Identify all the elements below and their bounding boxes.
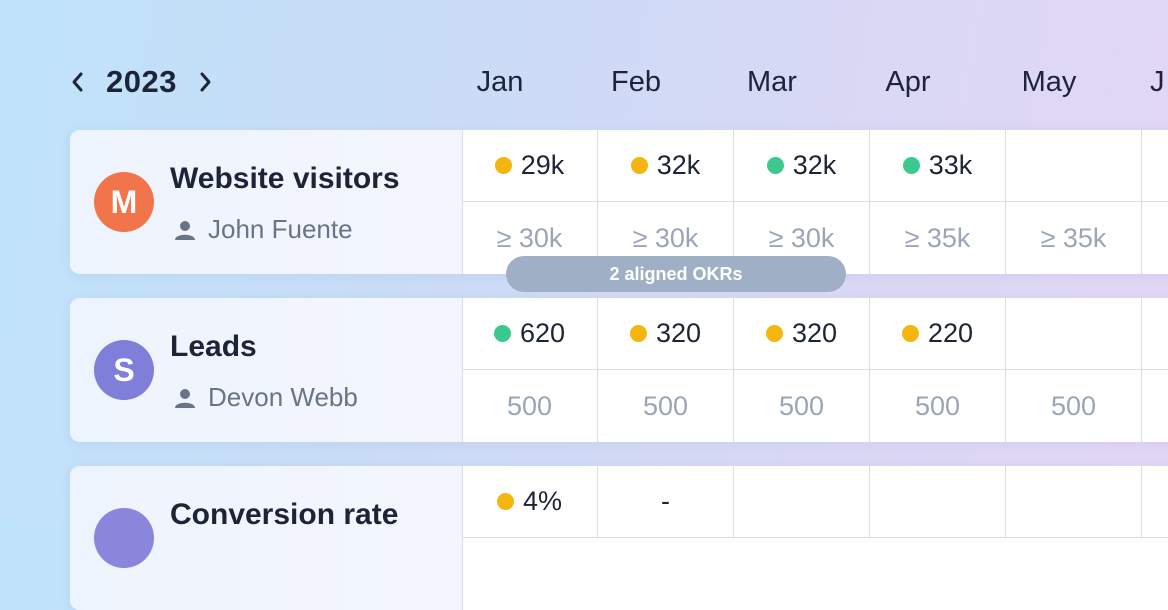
previous-year-button[interactable] (66, 62, 88, 102)
target-cell-mar[interactable]: 500 (734, 370, 870, 442)
actual-cell-feb[interactable]: 320 (598, 298, 734, 370)
chevron-right-icon (200, 72, 211, 92)
year-navigator: 2023 (66, 62, 217, 102)
actual-cell-may[interactable] (1006, 130, 1142, 202)
actual-value: 32k (792, 150, 837, 180)
target-cell-feb[interactable]: 500 (598, 370, 734, 442)
status-dot (630, 157, 648, 174)
actual-cell-apr[interactable]: 33k (870, 130, 1006, 202)
okr-owner: Devon Webb (174, 382, 358, 413)
actual-value: 29k (520, 150, 565, 180)
okr-owner-name: Devon Webb (208, 382, 358, 412)
status-dot (496, 493, 514, 510)
actual-cell-mar[interactable]: 320 (734, 298, 870, 370)
okr-row-leads[interactable]: S Leads Devon Webb 620 320 320 220 500 5… (70, 298, 1168, 442)
actual-cell-mar[interactable] (734, 466, 870, 538)
actual-cell-apr[interactable]: 220 (870, 298, 1006, 370)
actual-cell-mar[interactable]: 32k (734, 130, 870, 202)
actual-value: 620 (519, 318, 566, 348)
actual-cell-apr[interactable] (870, 466, 1006, 538)
okr-title: Leads (170, 330, 257, 363)
actual-cell-feb[interactable]: 32k (598, 130, 734, 202)
target-cell-may[interactable]: 500 (1006, 370, 1142, 442)
status-dot (493, 325, 511, 342)
status-dot (901, 325, 919, 342)
status-dot (494, 157, 512, 174)
actual-value: 32k (656, 150, 701, 180)
actual-cell-jun[interactable] (1142, 298, 1168, 370)
okr-info[interactable]: S Leads Devon Webb (70, 298, 463, 442)
month-header-may: May (1021, 66, 1077, 98)
month-header-feb: Feb (611, 66, 661, 98)
actual-cell-feb[interactable]: - (598, 466, 734, 538)
okr-title: Website visitors (170, 162, 400, 195)
okr-row-website-visitors[interactable]: M Website visitors John Fuente 29k 32k 3… (70, 130, 1168, 274)
status-dot (766, 157, 784, 174)
month-header-mar: Mar (747, 66, 797, 98)
actual-cell-jun[interactable] (1142, 466, 1168, 538)
actual-cell-may[interactable] (1006, 466, 1142, 538)
target-cell-apr[interactable]: ≥ 35k (870, 202, 1006, 274)
target-cell-may[interactable]: ≥ 35k (1006, 202, 1142, 274)
okr-row-conversion-rate[interactable]: Conversion rate 4% - (70, 466, 1168, 610)
actual-cell-jan[interactable]: 29k (462, 130, 598, 202)
month-header-jun: J (1150, 66, 1165, 98)
month-header-apr: Apr (885, 66, 931, 98)
okr-info[interactable]: M Website visitors John Fuente (70, 130, 463, 274)
timeline-header: 2023 Jan Feb Mar Apr May J (0, 0, 1168, 130)
next-year-button[interactable] (195, 62, 217, 102)
actual-value: 4% (522, 486, 563, 516)
actual-cell-jan[interactable]: 620 (462, 298, 598, 370)
actual-value: - (661, 486, 670, 516)
actual-value: 320 (791, 318, 838, 348)
target-cell-jun[interactable] (1142, 370, 1168, 442)
status-dot (902, 157, 920, 174)
avatar (94, 508, 154, 568)
actual-value: 220 (927, 318, 974, 348)
actual-value: 320 (655, 318, 702, 348)
aligned-okrs-pill[interactable]: 2 aligned OKRs (506, 256, 846, 292)
person-icon (175, 220, 195, 240)
okr-owner: John Fuente (174, 214, 353, 245)
actual-cell-may[interactable] (1006, 298, 1142, 370)
status-dot (765, 325, 783, 342)
okr-title: Conversion rate (170, 498, 399, 531)
avatar: M (94, 172, 154, 232)
actual-value: 33k (928, 150, 973, 180)
okr-owner-name: John Fuente (208, 214, 353, 244)
target-cell-jun[interactable] (1142, 202, 1168, 274)
actual-cell-jun[interactable] (1142, 130, 1168, 202)
avatar: S (94, 340, 154, 400)
year-label: 2023 (106, 64, 177, 99)
status-dot (629, 325, 647, 342)
month-header-jan: Jan (476, 66, 524, 98)
okr-info[interactable]: Conversion rate (70, 466, 463, 610)
chevron-left-icon (72, 72, 83, 92)
target-cell-apr[interactable]: 500 (870, 370, 1006, 442)
actual-cell-jan[interactable]: 4% (462, 466, 598, 538)
target-cell-jan[interactable]: 500 (462, 370, 598, 442)
person-icon (175, 388, 195, 408)
